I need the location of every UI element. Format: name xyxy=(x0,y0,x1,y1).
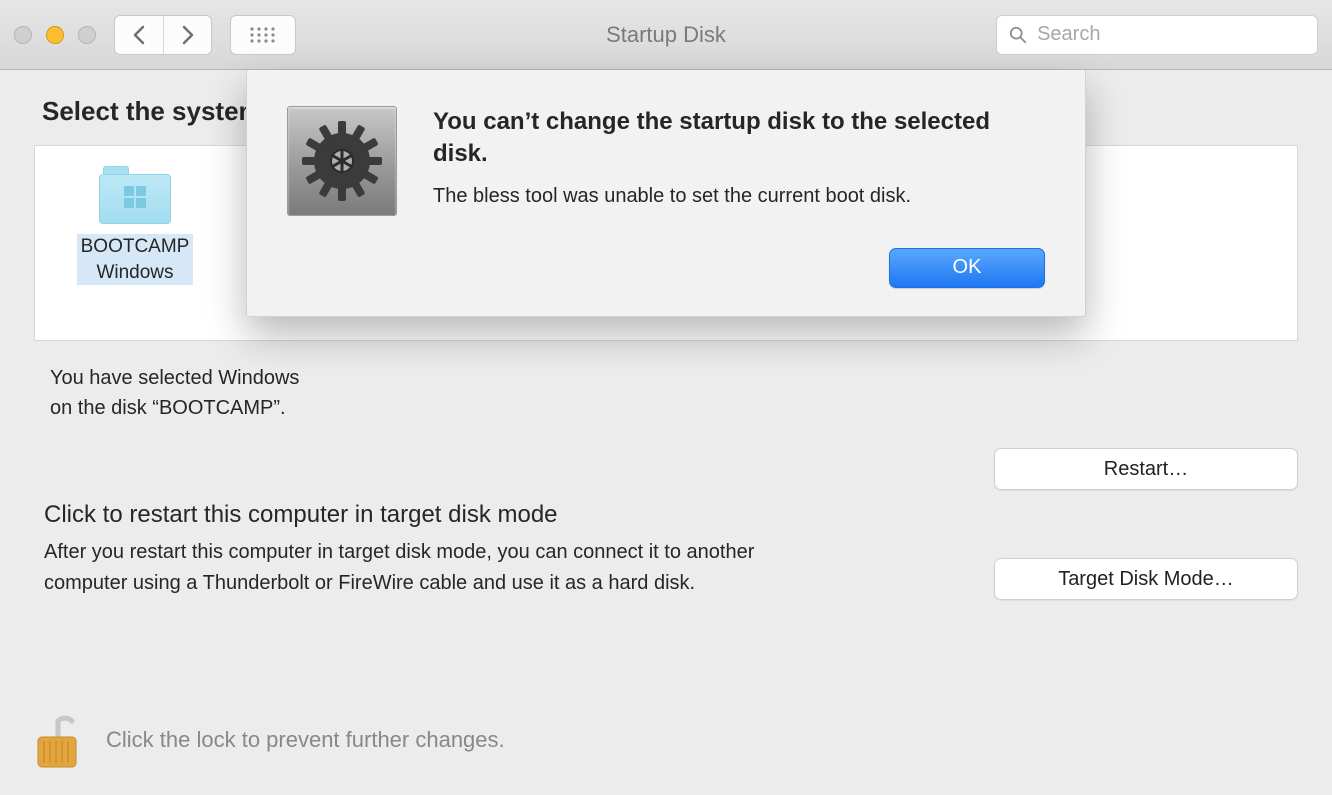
grid-icon xyxy=(249,26,277,44)
dialog-title: You can’t change the startup disk to the… xyxy=(433,106,1045,171)
lock-button[interactable] xyxy=(34,707,80,773)
selection-status-line1: You have selected Windows xyxy=(50,363,1298,393)
dialog-icon-wrap xyxy=(287,106,397,216)
windows-logo-icon xyxy=(124,186,146,208)
selection-status-line2: on the disk “BOOTCAMP”. xyxy=(50,393,1298,423)
disk-label-line2: Windows xyxy=(81,260,190,286)
disk-item-bootcamp[interactable]: BOOTCAMP Windows xyxy=(57,174,213,285)
disk-label-line1: BOOTCAMP xyxy=(81,236,190,257)
back-button[interactable] xyxy=(115,16,163,54)
disk-label: BOOTCAMP Windows xyxy=(77,234,194,285)
chevron-right-icon xyxy=(181,25,195,45)
folder-icon xyxy=(99,174,171,224)
search-input[interactable] xyxy=(1037,23,1305,46)
dialog-body: You can’t change the startup disk to the… xyxy=(433,106,1045,288)
close-window-button[interactable] xyxy=(14,26,32,44)
search-field-wrapper[interactable] xyxy=(996,15,1318,55)
target-disk-heading: Click to restart this computer in target… xyxy=(44,501,1298,529)
window-controls xyxy=(14,26,96,44)
nav-back-forward xyxy=(114,15,212,55)
gear-icon xyxy=(300,119,384,203)
error-dialog: You can’t change the startup disk to the… xyxy=(246,70,1086,317)
minimize-window-button[interactable] xyxy=(46,26,64,44)
show-all-button[interactable] xyxy=(230,15,296,55)
search-icon xyxy=(1009,25,1027,45)
titlebar: Startup Disk xyxy=(0,0,1332,70)
dialog-message: The bless tool was unable to set the cur… xyxy=(433,185,1045,208)
restart-button[interactable]: Restart… xyxy=(994,448,1298,490)
selection-status: You have selected Windows on the disk “B… xyxy=(50,363,1298,423)
system-preferences-icon xyxy=(287,106,397,216)
zoom-window-button[interactable] xyxy=(78,26,96,44)
target-disk-mode-button[interactable]: Target Disk Mode… xyxy=(994,558,1298,600)
dialog-actions: OK xyxy=(433,248,1045,288)
lock-row: Click the lock to prevent further change… xyxy=(34,707,505,773)
unlocked-lock-icon xyxy=(34,707,80,773)
forward-button[interactable] xyxy=(163,16,211,54)
ok-button[interactable]: OK xyxy=(889,248,1045,288)
target-disk-description: After you restart this computer in targe… xyxy=(44,537,824,599)
lock-text: Click the lock to prevent further change… xyxy=(106,727,505,753)
chevron-left-icon xyxy=(132,25,146,45)
